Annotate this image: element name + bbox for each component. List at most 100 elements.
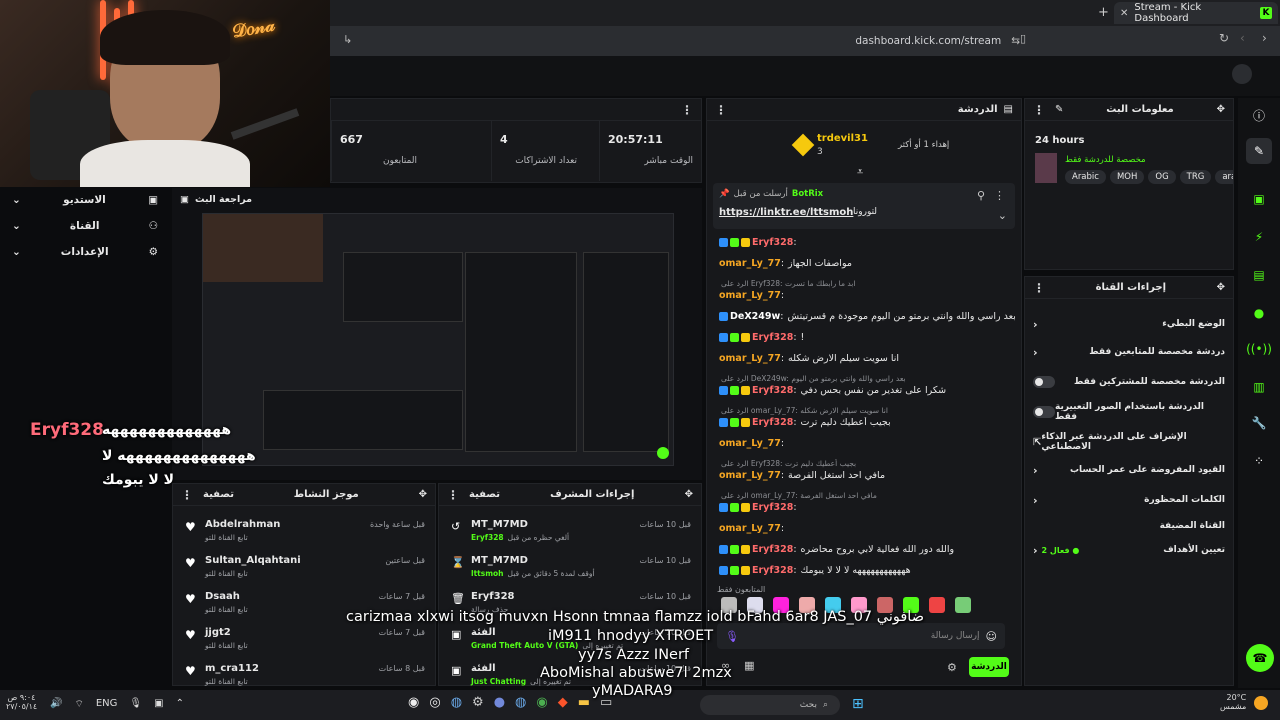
chat-message[interactable]: Eryf328: بجيب أعطيك دليم ترت: [719, 417, 891, 428]
chat-message[interactable]: Eryf328: شكرا على تغدير من نفس بحس دفي: [719, 385, 946, 396]
chevron-down-icon[interactable]: ⌄: [998, 209, 1007, 222]
more-icon[interactable]: ⋮: [181, 488, 193, 502]
activity-item[interactable]: ♥ jjgt2 تابع القناة للتو قبل 7 ساعات: [173, 620, 435, 654]
nav-studio[interactable]: ⌄ الاستديو ▣: [0, 187, 170, 213]
new-tab-button[interactable]: +: [1098, 5, 1109, 20]
activity-item[interactable]: ♥ m_cra112 تابع القناة للتو قبل 8 ساعات: [173, 656, 435, 690]
support-icon[interactable]: ☎: [1246, 644, 1274, 672]
channel-action-row[interactable]: › دردشة مخصصة للمتابعين فقط: [1025, 339, 1233, 365]
send-chat-button[interactable]: الدردشة: [969, 657, 1009, 677]
chat-username[interactable]: omar_Ly_77: [719, 438, 781, 449]
tag-chip[interactable]: MOH: [1109, 170, 1145, 184]
chat-username[interactable]: omar_Ly_77: [719, 258, 781, 269]
avatar[interactable]: [1232, 64, 1252, 84]
close-icon[interactable]: ✕: [1120, 8, 1128, 19]
toggle-switch[interactable]: [1033, 406, 1055, 418]
pinned-link[interactable]: https://linktr.ee/lttsmoh: [719, 207, 853, 218]
browser-tab[interactable]: ✕ Stream - Kick Dashboard K: [1114, 2, 1278, 24]
wifi-icon[interactable]: ⌔: [74, 698, 83, 711]
chat-username[interactable]: omar_Ly_77: [719, 353, 781, 364]
url-field[interactable]: dashboard.kick.com/stream ⇆: [560, 31, 1020, 51]
chat-username[interactable]: Eryf328: [752, 544, 793, 555]
chat-message[interactable]: Eryf328:: [719, 502, 801, 513]
translate-icon[interactable]: ⇆: [1011, 35, 1020, 47]
steam-icon[interactable]: ◍: [451, 695, 462, 710]
app-tray-icon[interactable]: ▣: [154, 698, 163, 711]
chat-username[interactable]: Eryf328: [752, 385, 793, 396]
modlog-item[interactable]: ⌛ MT_M7MD lttsmoh أوقف لمدة 5 دقائق من قبل ق…: [439, 548, 701, 582]
chat-message[interactable]: Eryf328:: [719, 237, 801, 248]
language-indicator[interactable]: ENG: [96, 698, 118, 711]
folder-icon[interactable]: ▬: [578, 695, 590, 710]
action-control[interactable]: [1033, 376, 1055, 388]
chat-message[interactable]: omar_Ly_77:: [719, 438, 788, 449]
store-icon[interactable]: ▦: [744, 659, 754, 672]
chat-username[interactable]: Eryf328: [752, 237, 793, 248]
wrench-icon[interactable]: 🔧: [1246, 410, 1272, 436]
chat-username[interactable]: omar_Ly_77: [719, 470, 781, 481]
chat-message[interactable]: omar_Ly_77: انا سويت سيلم الارض شكله: [719, 353, 899, 364]
bookmark-icon[interactable]: ▯: [1020, 32, 1026, 45]
mic-icon[interactable]: 🎙: [129, 698, 142, 711]
channel-action-row[interactable]: الدردشة باستخدام الصور التعبيرية فقط: [1025, 399, 1233, 425]
stream-preview-video[interactable]: [202, 213, 674, 466]
action-control[interactable]: ›: [1033, 346, 1038, 359]
drag-handle-icon[interactable]: ✥: [1217, 282, 1225, 293]
brave-icon[interactable]: ◆: [558, 695, 568, 710]
edit-icon[interactable]: ✎: [1246, 138, 1272, 164]
channel-action-row[interactable]: الدردشة مخصصة للمشتركين فقط: [1025, 369, 1233, 395]
emote-icon[interactable]: [929, 597, 945, 613]
more-icon[interactable]: ⋮: [1033, 103, 1045, 117]
tag-chip[interactable]: arabi: [1215, 170, 1233, 184]
apps-icon[interactable]: ⁘: [1246, 448, 1272, 474]
chat-username[interactable]: omar_Ly_77: [719, 523, 781, 534]
chat-username[interactable]: Eryf328: [752, 502, 793, 513]
modlog-item[interactable]: ↺ MT_M7MD Eryf328 ألغي حظره من قبل قبل 10 سا…: [439, 512, 701, 546]
drag-handle-icon[interactable]: ✥: [1217, 104, 1225, 115]
app-icon[interactable]: ◎: [429, 695, 440, 710]
expand-icon[interactable]: ⩡: [857, 165, 863, 179]
pinned-message[interactable]: 📌 أرسلت من قبل BotRix https://linktr.ee/…: [713, 183, 1015, 229]
activity-item[interactable]: ♥ Abdelrahman تابع القناة للتو قبل ساعة واح…: [173, 512, 435, 546]
tag-chip[interactable]: Arabic: [1065, 170, 1106, 184]
activity-item[interactable]: ♥ Sultan_Alqahtani تابع القناة للتو قبل ساع…: [173, 548, 435, 582]
toggle-switch[interactable]: [1033, 376, 1055, 388]
volume-icon[interactable]: 🔊: [50, 698, 62, 711]
windows-start-icon[interactable]: ⊞: [852, 696, 864, 712]
channel-action-row[interactable]: › فعال 2 ● تعيين الأهداف: [1025, 537, 1233, 563]
gift-banner[interactable]: trdevil31 3 إهداء 1 أو أكثر: [791, 133, 949, 157]
chat-message[interactable]: omar_Ly_77:: [719, 290, 788, 301]
more-icon[interactable]: ⋮: [994, 189, 1005, 202]
chat-input[interactable]: 🎙 إرسال رسالة ☺: [717, 623, 1005, 649]
gear-icon[interactable]: ⚙: [947, 661, 957, 674]
drag-handle-icon[interactable]: ✥: [419, 489, 427, 500]
channel-action-row[interactable]: › الكلمات المحظورة: [1025, 487, 1233, 513]
action-control[interactable]: ›: [1033, 318, 1038, 331]
tray-arrow-icon[interactable]: ⌃: [176, 698, 184, 711]
chat-message[interactable]: omar_Ly_77: مافي احد استغل الفرصة: [719, 470, 885, 481]
reload-icon[interactable]: ↻: [1219, 31, 1229, 45]
share-icon[interactable]: ↳: [343, 33, 352, 46]
chat-message[interactable]: Eryf328: ههههههههههههه لا لا لا يبومك: [719, 565, 911, 576]
chat-message[interactable]: omar_Ly_77:: [719, 523, 788, 534]
more-icon[interactable]: ⋮: [447, 488, 459, 502]
settings-icon[interactable]: ⚙: [472, 695, 484, 710]
document-icon[interactable]: ▤: [1246, 262, 1272, 288]
channel-action-row[interactable]: القناة المضيفة: [1025, 513, 1233, 539]
mic-icon[interactable]: 🎙: [725, 630, 739, 643]
category-thumbnail[interactable]: [1035, 153, 1057, 183]
channel-action-row[interactable]: › القيود المفروضة على عمر الحساب: [1025, 457, 1233, 483]
discord-icon[interactable]: ●: [494, 695, 505, 710]
chat-message[interactable]: omar_Ly_77: مواصفات الجهاز: [719, 258, 852, 269]
lightning-icon[interactable]: ⚡: [1246, 224, 1272, 250]
nav-channel[interactable]: ⌄ القناة ⚇: [0, 213, 170, 239]
action-control[interactable]: ›: [1033, 464, 1038, 477]
chat-message[interactable]: Eryf328:!: [719, 332, 804, 343]
chat-bubble-icon[interactable]: ●: [1246, 300, 1272, 326]
layout-icon[interactable]: ▥: [1246, 374, 1272, 400]
studio-icon[interactable]: ▣: [1246, 186, 1272, 212]
channel-action-row[interactable]: › الوضع البطيء: [1025, 311, 1233, 337]
steam-icon[interactable]: ◍: [515, 695, 526, 710]
nav-settings[interactable]: ⌄ الإعدادات ⚙: [0, 239, 170, 265]
drag-handle-icon[interactable]: ✥: [685, 489, 693, 500]
